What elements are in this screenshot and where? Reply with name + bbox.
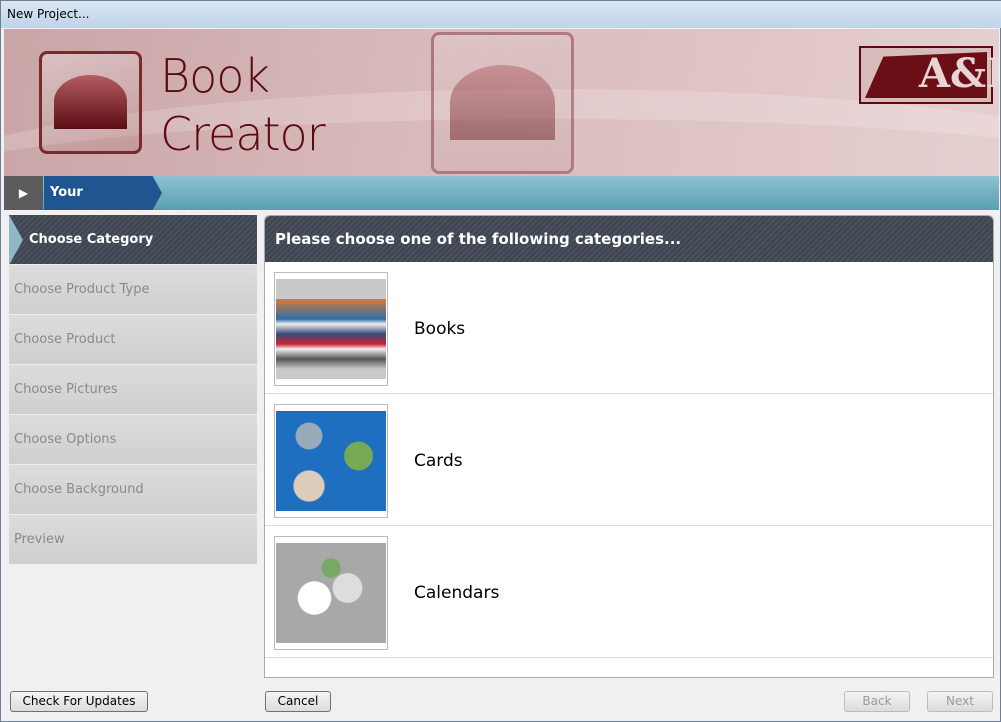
back-button[interactable]: Back <box>844 691 910 712</box>
watermark-logo-icon <box>431 32 574 174</box>
wizard-steps: Choose Category Choose Product Type Choo… <box>9 215 257 565</box>
category-calendars[interactable]: Calendars <box>265 526 993 658</box>
check-for-updates-button[interactable]: Check For Updates <box>10 691 148 712</box>
category-label: Calendars <box>414 583 500 603</box>
category-panel: Please choose one of the following categ… <box>264 215 994 678</box>
category-label: Books <box>414 319 466 339</box>
step-choose-product: Choose Product <box>9 315 257 365</box>
expand-selections-button[interactable]: ▶ <box>4 176 43 210</box>
category-books[interactable]: Books <box>265 262 993 394</box>
next-button[interactable]: Next <box>927 691 993 712</box>
step-choose-pictures: Choose Pictures <box>9 365 257 415</box>
calendars-image <box>274 536 388 650</box>
your-selections-label: Your Selections: <box>44 176 162 210</box>
step-choose-category[interactable]: Choose Category <box>9 215 257 265</box>
step-choose-product-type: Choose Product Type <box>9 265 257 315</box>
brand-line2: Creator <box>160 107 326 161</box>
company-logo: A&I <box>859 46 999 104</box>
books-image <box>274 272 388 386</box>
step-choose-background: Choose Background <box>9 465 257 515</box>
cards-image <box>274 404 388 518</box>
banner: Book Creator A&I <box>4 29 999 177</box>
step-choose-options: Choose Options <box>9 415 257 465</box>
company-logo-text: A&I <box>919 50 999 97</box>
brand-line1: Book <box>160 49 270 103</box>
category-cards[interactable]: Cards <box>265 394 993 526</box>
category-label: Cards <box>414 451 463 471</box>
cancel-button[interactable]: Cancel <box>265 691 331 712</box>
step-preview: Preview <box>9 515 257 565</box>
selections-bar: ▶ Your Selections: <box>4 176 999 210</box>
panel-heading: Please choose one of the following categ… <box>265 216 993 262</box>
book-creator-logo-icon <box>39 51 142 154</box>
brand-name: Book Creator <box>160 47 326 163</box>
window-title: New Project... <box>1 1 1001 28</box>
